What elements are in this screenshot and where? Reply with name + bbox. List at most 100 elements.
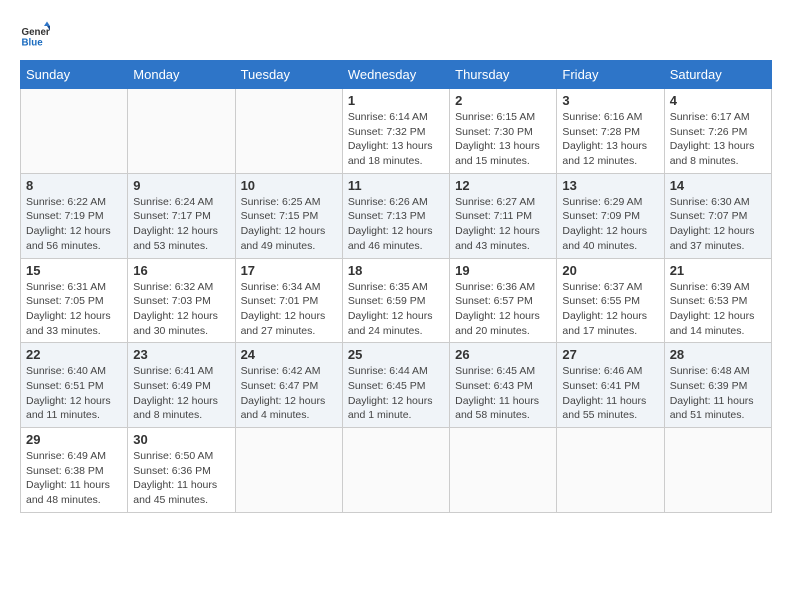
day-info: Sunrise: 6:30 AM Sunset: 7:07 PM Dayligh… [670,195,766,254]
calendar-cell: 19 Sunrise: 6:36 AM Sunset: 6:57 PM Dayl… [450,258,557,343]
day-info: Sunrise: 6:41 AM Sunset: 6:49 PM Dayligh… [133,364,229,423]
day-info: Sunrise: 6:34 AM Sunset: 7:01 PM Dayligh… [241,280,337,339]
calendar-cell: 3 Sunrise: 6:16 AM Sunset: 7:28 PM Dayli… [557,89,664,174]
day-info: Sunrise: 6:17 AM Sunset: 7:26 PM Dayligh… [670,110,766,169]
calendar-cell: 24 Sunrise: 6:42 AM Sunset: 6:47 PM Dayl… [235,343,342,428]
day-info: Sunrise: 6:44 AM Sunset: 6:45 PM Dayligh… [348,364,444,423]
calendar-cell: 9 Sunrise: 6:24 AM Sunset: 7:17 PM Dayli… [128,173,235,258]
calendar-week-1: 1 Sunrise: 6:14 AM Sunset: 7:32 PM Dayli… [21,89,772,174]
calendar-cell: 30 Sunrise: 6:50 AM Sunset: 6:36 PM Dayl… [128,428,235,513]
header-wednesday: Wednesday [342,61,449,89]
logo-icon: General Blue [20,20,50,50]
day-number: 18 [348,263,444,278]
header-tuesday: Tuesday [235,61,342,89]
day-info: Sunrise: 6:45 AM Sunset: 6:43 PM Dayligh… [455,364,551,423]
calendar-week-5: 29 Sunrise: 6:49 AM Sunset: 6:38 PM Dayl… [21,428,772,513]
calendar-cell: 10 Sunrise: 6:25 AM Sunset: 7:15 PM Dayl… [235,173,342,258]
calendar-cell [235,428,342,513]
day-info: Sunrise: 6:49 AM Sunset: 6:38 PM Dayligh… [26,449,122,508]
calendar-cell: 27 Sunrise: 6:46 AM Sunset: 6:41 PM Dayl… [557,343,664,428]
day-info: Sunrise: 6:32 AM Sunset: 7:03 PM Dayligh… [133,280,229,339]
day-info: Sunrise: 6:26 AM Sunset: 7:13 PM Dayligh… [348,195,444,254]
header-sunday: Sunday [21,61,128,89]
day-number: 12 [455,178,551,193]
calendar-cell: 23 Sunrise: 6:41 AM Sunset: 6:49 PM Dayl… [128,343,235,428]
day-number: 10 [241,178,337,193]
calendar-cell: 22 Sunrise: 6:40 AM Sunset: 6:51 PM Dayl… [21,343,128,428]
day-number: 15 [26,263,122,278]
day-info: Sunrise: 6:39 AM Sunset: 6:53 PM Dayligh… [670,280,766,339]
day-info: Sunrise: 6:40 AM Sunset: 6:51 PM Dayligh… [26,364,122,423]
calendar-cell [342,428,449,513]
calendar-cell: 20 Sunrise: 6:37 AM Sunset: 6:55 PM Dayl… [557,258,664,343]
calendar-cell [450,428,557,513]
day-number: 16 [133,263,229,278]
calendar-cell: 11 Sunrise: 6:26 AM Sunset: 7:13 PM Dayl… [342,173,449,258]
day-number: 30 [133,432,229,447]
header-monday: Monday [128,61,235,89]
day-info: Sunrise: 6:50 AM Sunset: 6:36 PM Dayligh… [133,449,229,508]
day-number: 9 [133,178,229,193]
day-number: 11 [348,178,444,193]
header: General Blue [20,20,772,50]
calendar-cell: 14 Sunrise: 6:30 AM Sunset: 7:07 PM Dayl… [664,173,771,258]
day-info: Sunrise: 6:22 AM Sunset: 7:19 PM Dayligh… [26,195,122,254]
day-number: 17 [241,263,337,278]
calendar-cell [235,89,342,174]
calendar-cell [128,89,235,174]
calendar-cell: 13 Sunrise: 6:29 AM Sunset: 7:09 PM Dayl… [557,173,664,258]
day-number: 22 [26,347,122,362]
day-info: Sunrise: 6:27 AM Sunset: 7:11 PM Dayligh… [455,195,551,254]
day-number: 25 [348,347,444,362]
calendar-cell: 29 Sunrise: 6:49 AM Sunset: 6:38 PM Dayl… [21,428,128,513]
day-number: 13 [562,178,658,193]
calendar-week-3: 15 Sunrise: 6:31 AM Sunset: 7:05 PM Dayl… [21,258,772,343]
svg-text:Blue: Blue [22,38,44,49]
day-number: 8 [26,178,122,193]
calendar-cell [21,89,128,174]
day-info: Sunrise: 6:35 AM Sunset: 6:59 PM Dayligh… [348,280,444,339]
calendar-cell: 18 Sunrise: 6:35 AM Sunset: 6:59 PM Dayl… [342,258,449,343]
day-number: 26 [455,347,551,362]
day-info: Sunrise: 6:29 AM Sunset: 7:09 PM Dayligh… [562,195,658,254]
calendar-cell: 15 Sunrise: 6:31 AM Sunset: 7:05 PM Dayl… [21,258,128,343]
calendar-cell: 16 Sunrise: 6:32 AM Sunset: 7:03 PM Dayl… [128,258,235,343]
calendar-cell: 1 Sunrise: 6:14 AM Sunset: 7:32 PM Dayli… [342,89,449,174]
day-info: Sunrise: 6:15 AM Sunset: 7:30 PM Dayligh… [455,110,551,169]
day-number: 14 [670,178,766,193]
header-friday: Friday [557,61,664,89]
day-info: Sunrise: 6:24 AM Sunset: 7:17 PM Dayligh… [133,195,229,254]
calendar-cell: 21 Sunrise: 6:39 AM Sunset: 6:53 PM Dayl… [664,258,771,343]
calendar-cell [664,428,771,513]
day-number: 21 [670,263,766,278]
day-number: 24 [241,347,337,362]
day-info: Sunrise: 6:36 AM Sunset: 6:57 PM Dayligh… [455,280,551,339]
day-number: 20 [562,263,658,278]
day-number: 19 [455,263,551,278]
calendar-cell: 4 Sunrise: 6:17 AM Sunset: 7:26 PM Dayli… [664,89,771,174]
calendar-header-row: SundayMondayTuesdayWednesdayThursdayFrid… [21,61,772,89]
calendar: SundayMondayTuesdayWednesdayThursdayFrid… [20,60,772,513]
day-info: Sunrise: 6:48 AM Sunset: 6:39 PM Dayligh… [670,364,766,423]
calendar-cell: 12 Sunrise: 6:27 AM Sunset: 7:11 PM Dayl… [450,173,557,258]
day-info: Sunrise: 6:37 AM Sunset: 6:55 PM Dayligh… [562,280,658,339]
day-info: Sunrise: 6:25 AM Sunset: 7:15 PM Dayligh… [241,195,337,254]
calendar-cell [557,428,664,513]
day-info: Sunrise: 6:14 AM Sunset: 7:32 PM Dayligh… [348,110,444,169]
day-number: 23 [133,347,229,362]
calendar-week-4: 22 Sunrise: 6:40 AM Sunset: 6:51 PM Dayl… [21,343,772,428]
day-number: 2 [455,93,551,108]
calendar-cell: 2 Sunrise: 6:15 AM Sunset: 7:30 PM Dayli… [450,89,557,174]
calendar-cell: 17 Sunrise: 6:34 AM Sunset: 7:01 PM Dayl… [235,258,342,343]
calendar-week-2: 8 Sunrise: 6:22 AM Sunset: 7:19 PM Dayli… [21,173,772,258]
logo: General Blue [20,20,50,50]
svg-text:General: General [22,27,51,38]
day-info: Sunrise: 6:16 AM Sunset: 7:28 PM Dayligh… [562,110,658,169]
day-info: Sunrise: 6:46 AM Sunset: 6:41 PM Dayligh… [562,364,658,423]
calendar-cell: 25 Sunrise: 6:44 AM Sunset: 6:45 PM Dayl… [342,343,449,428]
day-number: 1 [348,93,444,108]
calendar-cell: 26 Sunrise: 6:45 AM Sunset: 6:43 PM Dayl… [450,343,557,428]
day-info: Sunrise: 6:31 AM Sunset: 7:05 PM Dayligh… [26,280,122,339]
day-number: 29 [26,432,122,447]
day-number: 4 [670,93,766,108]
